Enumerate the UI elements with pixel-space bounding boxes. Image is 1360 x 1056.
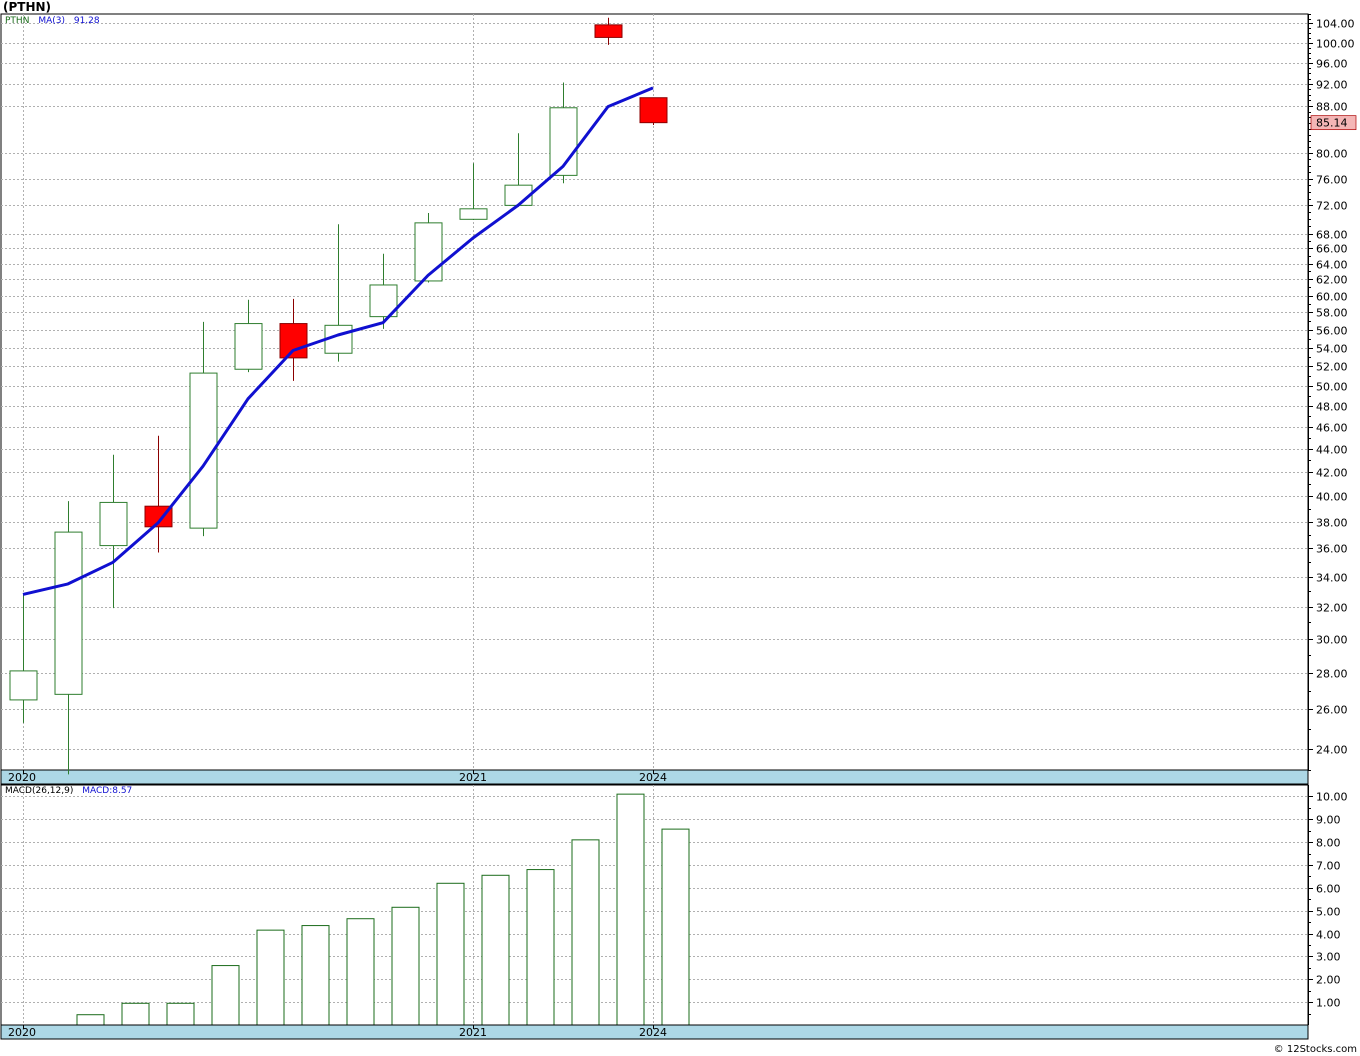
- price-tick-label-23: 72.00: [1316, 200, 1348, 213]
- macd-bar-4: [211, 965, 240, 1026]
- price-tick-label-29: 100.00: [1316, 38, 1355, 51]
- copyright-footer: © 12Stocks.com: [1273, 1044, 1357, 1055]
- legend-ma-label: MA(3): [38, 16, 65, 26]
- price-tick-label-28: 96.00: [1316, 58, 1348, 71]
- price-tick-label-24: 76.00: [1316, 174, 1348, 187]
- price-tick-label-11: 46.00: [1316, 422, 1348, 435]
- macd-legend-value: MACD:8.57: [82, 786, 133, 796]
- macd-tick-label-2: 3.00: [1316, 951, 1341, 964]
- price-tick-label-3: 30.00: [1316, 634, 1348, 647]
- price-tick-label-14: 52.00: [1316, 361, 1348, 374]
- candle-body: [54, 531, 83, 695]
- macd-tick-label-8: 9.00: [1316, 814, 1341, 827]
- macd-plot-frame: [0, 784, 1309, 1026]
- macd-bar-13: [616, 793, 645, 1026]
- macd-bar-6: [301, 925, 330, 1026]
- macd-tick-label-7: 8.00: [1316, 837, 1341, 850]
- macd-tick-label-0: 1.00: [1316, 997, 1341, 1010]
- price-date-label-2: 2024: [639, 771, 667, 784]
- price-tick-label-18: 60.00: [1316, 291, 1348, 304]
- macd-bar-12: [571, 839, 600, 1026]
- price-tick-label-27: 92.00: [1316, 79, 1348, 92]
- macd-bar-8: [391, 906, 420, 1026]
- price-tick-label-26: 88.00: [1316, 101, 1348, 114]
- price-tick-label-19: 62.00: [1316, 274, 1348, 287]
- price-tick-label-30: 104.00: [1316, 18, 1355, 31]
- macd-bar-11: [526, 869, 555, 1026]
- macd-bar-14: [661, 828, 690, 1026]
- candle-body: [639, 97, 668, 124]
- macd-tick-label-3: 4.00: [1316, 929, 1341, 942]
- price-tick-label-6: 36.00: [1316, 543, 1348, 556]
- macd-tick-label-9: 10.00: [1316, 791, 1348, 804]
- macd-bar-5: [256, 929, 285, 1026]
- price-panel: 24.00 26.00 28.00 30.00 32.00 34.00 36.00 38.00…: [0, 13, 1357, 785]
- price-tick-label-15: 54.00: [1316, 343, 1348, 356]
- macd-legend: MACD(26,12,9) MACD:8.57: [5, 786, 132, 796]
- candle-body: [414, 222, 443, 282]
- price-tick-label-7: 38.00: [1316, 517, 1348, 530]
- price-tick-label-12: 48.00: [1316, 401, 1348, 414]
- macd-bar-1: [76, 1014, 105, 1026]
- price-legend: PTHN MA(3) 91.28: [5, 16, 100, 26]
- candle-body: [99, 501, 128, 547]
- price-tick-label-5: 34.00: [1316, 572, 1348, 585]
- macd-tick-label-6: 7.00: [1316, 860, 1341, 873]
- candle-14: [639, 97, 668, 125]
- price-date-label-0: 2020: [8, 771, 36, 784]
- price-tick-label-2: 28.00: [1316, 668, 1348, 681]
- macd-bar-10: [481, 874, 510, 1026]
- price-tick-label-10: 44.00: [1316, 444, 1348, 457]
- candle-9: [414, 212, 443, 283]
- candle-body: [594, 24, 623, 38]
- price-tick-label-25: 80.00: [1316, 148, 1348, 161]
- price-tick-label-20: 64.00: [1316, 259, 1348, 272]
- price-tick-label-22: 68.00: [1316, 229, 1348, 242]
- candle-body: [279, 323, 308, 359]
- macd-bar-9: [436, 882, 465, 1026]
- price-date-label-1: 2021: [459, 771, 487, 784]
- macd-bar-3: [166, 1002, 195, 1026]
- price-tick-label-0: 24.00: [1316, 744, 1348, 757]
- macd-date-label-1: 2021: [459, 1026, 487, 1039]
- macd-bar-7: [346, 918, 375, 1026]
- macd-legend-label: MACD(26,12,9): [5, 786, 74, 796]
- price-tick-label-8: 40.00: [1316, 491, 1348, 504]
- macd-bar-2: [121, 1002, 150, 1026]
- candle-body: [234, 323, 263, 370]
- macd-date-label-2: 2024: [639, 1026, 667, 1039]
- candle-body: [459, 208, 488, 220]
- price-tick-label-9: 42.00: [1316, 467, 1348, 480]
- candle-body: [9, 670, 38, 701]
- price-tick-label-4: 32.00: [1316, 602, 1348, 615]
- last-price-badge-text: 85.14: [1316, 117, 1348, 130]
- macd-date-label-0: 2020: [8, 1026, 36, 1039]
- macd-panel: 1.00 2.00 3.00 4.00 5.00 6.00 7.00 8.00 9.00 10.0…: [0, 784, 1348, 1040]
- legend-ticker: PTHN: [5, 16, 30, 26]
- macd-tick-label-5: 6.00: [1316, 883, 1341, 896]
- price-tick-label-13: 50.00: [1316, 381, 1348, 394]
- price-tick-label-21: 66.00: [1316, 243, 1348, 256]
- legend-ma-value: 91.28: [73, 16, 100, 26]
- macd-tick-label-1: 2.00: [1316, 974, 1341, 987]
- price-tick-label-17: 58.00: [1316, 307, 1348, 320]
- price-tick-label-16: 56.00: [1316, 325, 1348, 338]
- macd-tick-label-4: 5.00: [1316, 906, 1341, 919]
- chart-canvas: 24.00 26.00 28.00 30.00 32.00 34.00 36.00 38.00…: [0, 13, 1357, 1040]
- price-tick-label-1: 26.00: [1316, 704, 1348, 717]
